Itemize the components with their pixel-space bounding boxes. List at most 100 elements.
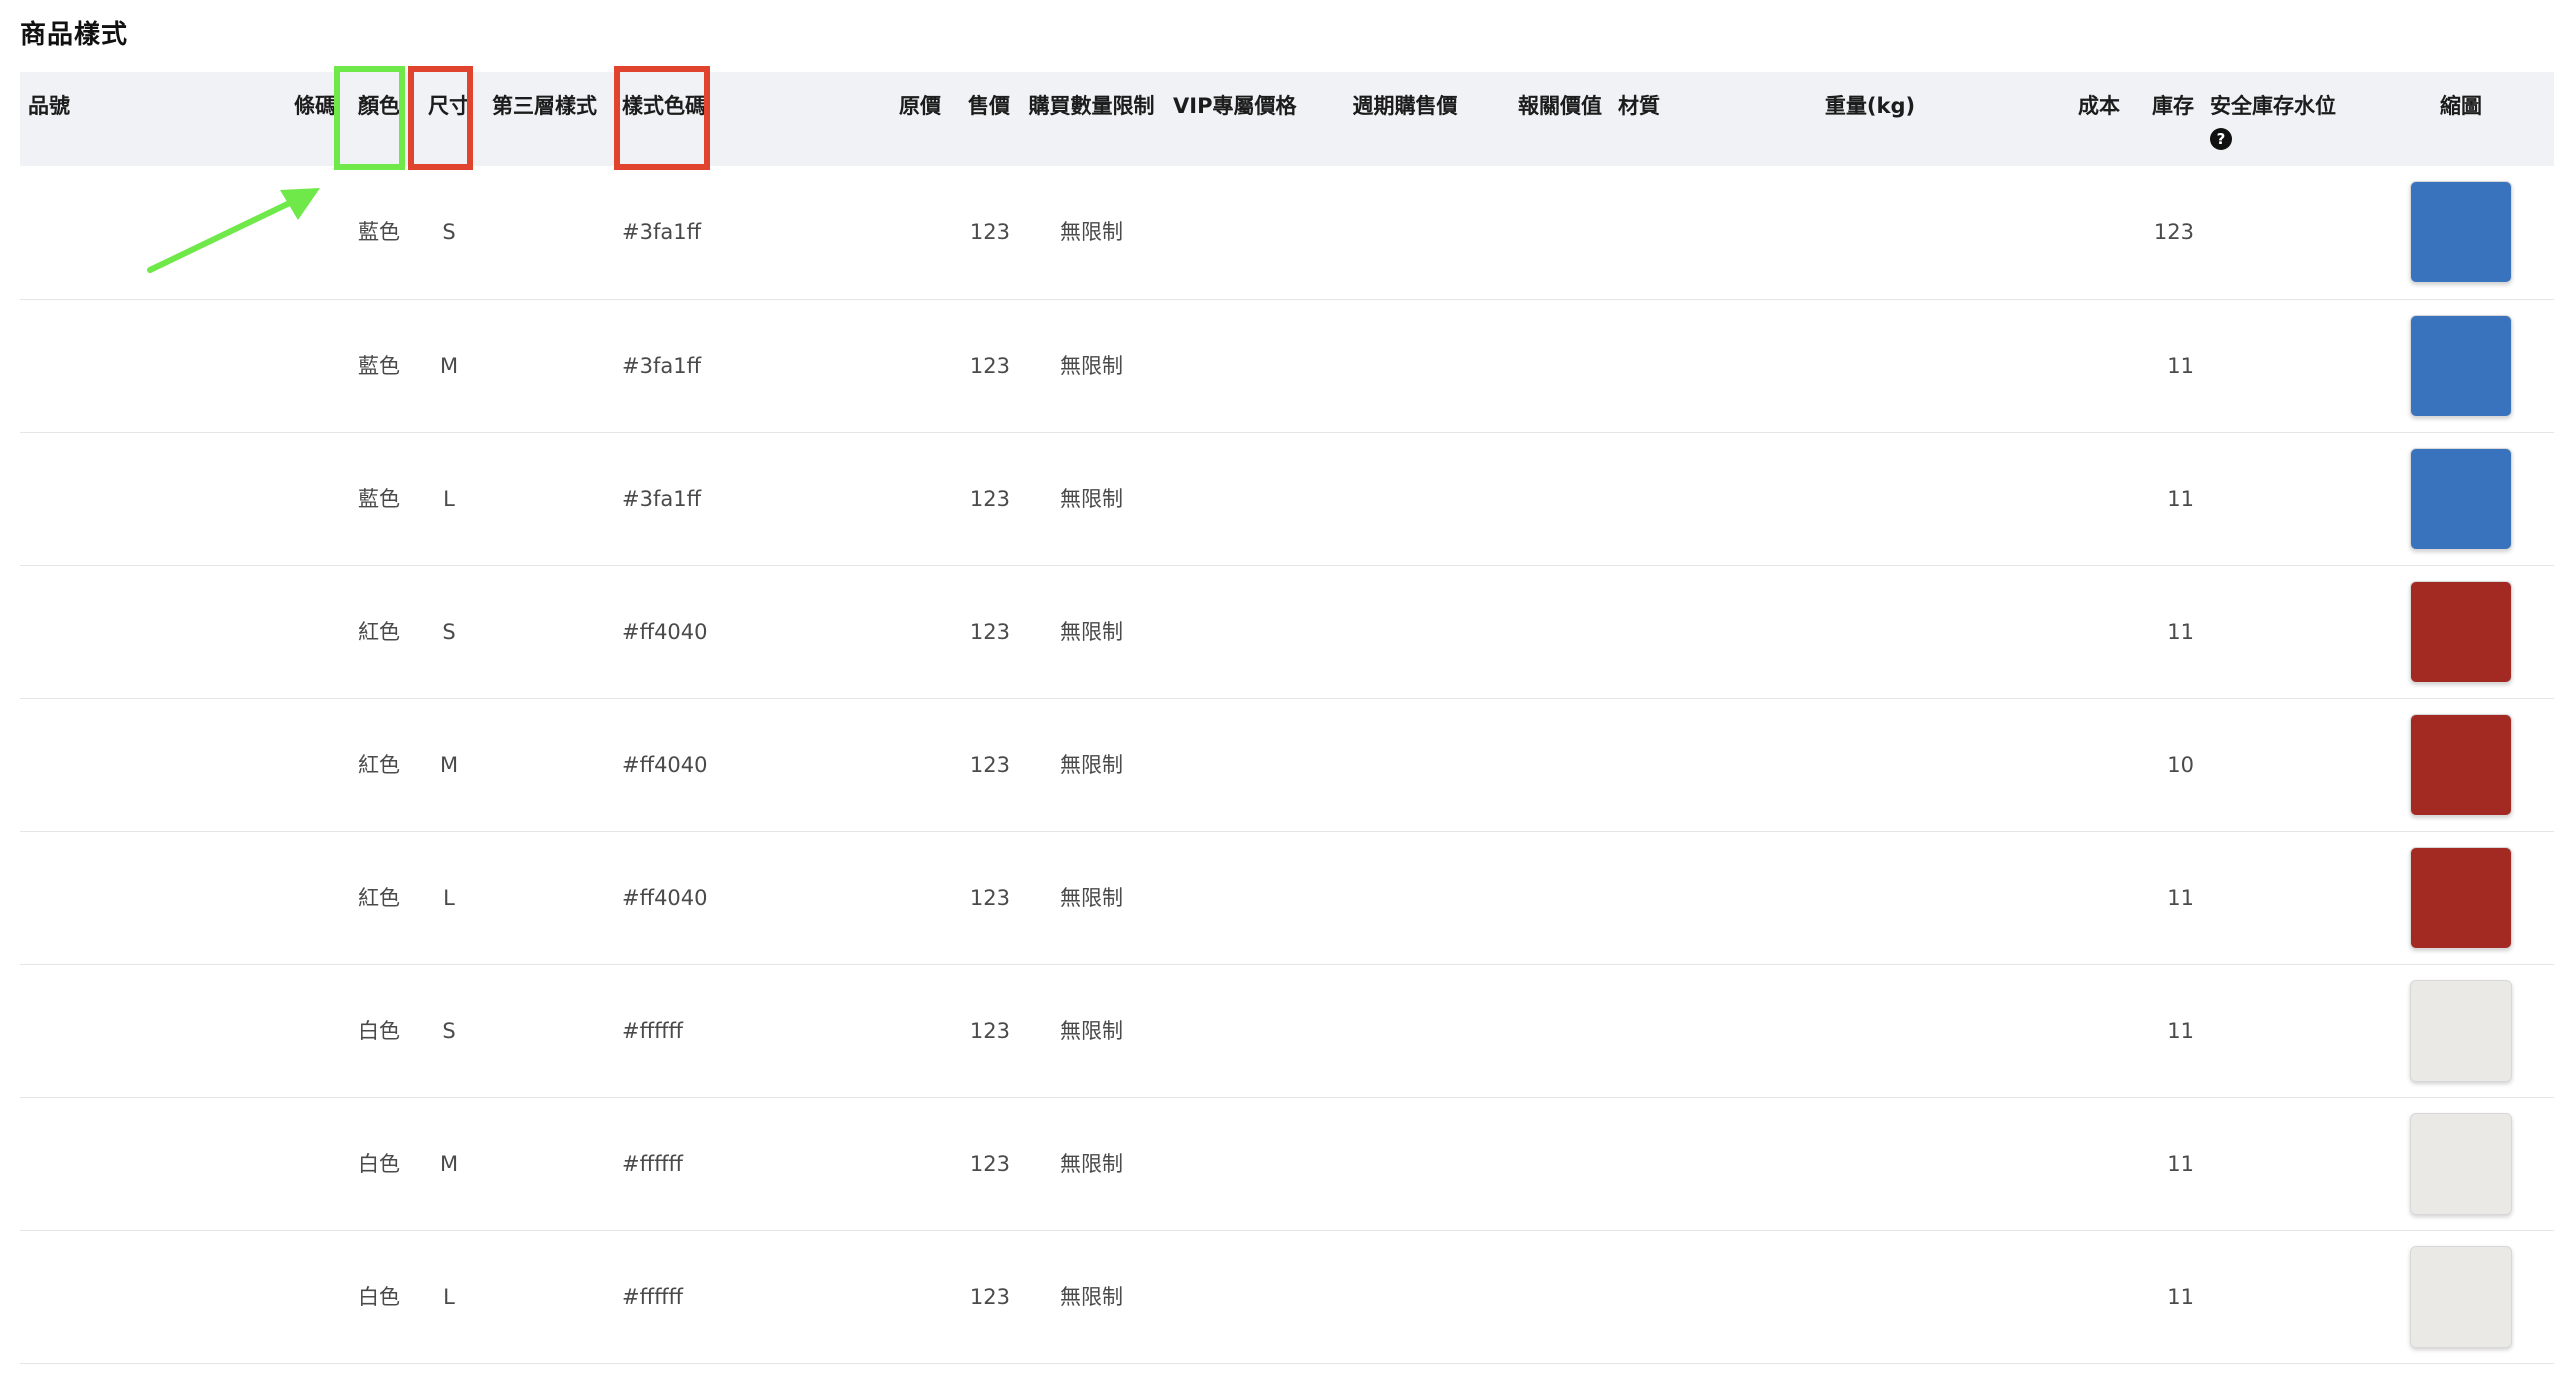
cell-thumbnail: [2368, 831, 2554, 964]
cell-color: 白色: [358, 1018, 400, 1043]
cell-customs-value: [1490, 166, 1610, 299]
cell-cost: [1980, 166, 2128, 299]
thumbnail-image[interactable]: [2410, 1112, 2512, 1215]
cell-material: [1610, 831, 1760, 964]
header-weight: 重量(kg): [1824, 94, 1916, 118]
header-thumbnail: 縮圖: [2440, 94, 2482, 118]
cell-style-color-code: #ffffff: [622, 1151, 684, 1176]
cell-cost: [1980, 299, 2128, 432]
thumbnail-image[interactable]: [2410, 1245, 2512, 1348]
cell-weight: [1760, 1097, 1980, 1230]
cell-stock: 10: [2167, 752, 2194, 777]
cell-periodic-price: [1320, 698, 1490, 831]
cell-cost: [1980, 565, 2128, 698]
cell-vip-price: [1165, 1230, 1320, 1363]
header-sku: 品號: [28, 94, 70, 118]
cell-barcode: [274, 1230, 344, 1363]
cell-customs-value: [1490, 1230, 1610, 1363]
cell-original-price: [804, 432, 949, 565]
cell-original-price: [804, 299, 949, 432]
cell-original-price: [804, 831, 949, 964]
cell-original-price: [804, 1230, 949, 1363]
cell-sale-price: 123: [969, 1284, 1010, 1309]
cell-third-style: [484, 166, 614, 299]
cell-sale-price: 123: [969, 1018, 1010, 1043]
thumbnail-image[interactable]: [2410, 181, 2512, 284]
cell-barcode: [274, 698, 344, 831]
cell-sale-price: 123: [969, 619, 1010, 644]
cell-weight: [1760, 166, 1980, 299]
cell-material: [1610, 698, 1760, 831]
cell-periodic-price: [1320, 1097, 1490, 1230]
variants-table-container: 品號 條碼 顏色 尺寸 第三層樣式 樣式色碼 原價 售價 購買數量限制 VIP專…: [20, 72, 2554, 1364]
header-size: 尺寸: [428, 94, 470, 118]
table-row: 藍色 L #3fa1ff 123 無限制 11: [20, 432, 2554, 565]
cell-stock: 11: [2167, 486, 2194, 511]
cell-size: S: [442, 619, 456, 644]
cell-vip-price: [1165, 964, 1320, 1097]
thumbnail-image[interactable]: [2410, 713, 2512, 816]
thumbnail-image[interactable]: [2410, 580, 2512, 683]
cell-third-style: [484, 1230, 614, 1363]
cell-vip-price: [1165, 299, 1320, 432]
header-style-color-code: 樣式色碼: [622, 94, 706, 118]
cell-stock: 11: [2167, 619, 2194, 644]
cell-weight: [1760, 964, 1980, 1097]
thumbnail-image[interactable]: [2410, 846, 2512, 949]
cell-stock: 11: [2167, 885, 2194, 910]
cell-sku: [20, 299, 274, 432]
cell-safety-stock: [2202, 831, 2368, 964]
cell-material: [1610, 565, 1760, 698]
cell-customs-value: [1490, 299, 1610, 432]
cell-safety-stock: [2202, 299, 2368, 432]
cell-original-price: [804, 964, 949, 1097]
cell-style-color-code: #3fa1ff: [622, 486, 702, 511]
cell-color: 紅色: [358, 885, 400, 910]
cell-thumbnail: [2368, 432, 2554, 565]
table-row: 紅色 M #ff4040 123 無限制 10: [20, 698, 2554, 831]
cell-third-style: [484, 432, 614, 565]
header-color: 顏色: [358, 94, 400, 118]
cell-purchase-limit: 無限制: [1060, 1018, 1123, 1043]
cell-stock: 11: [2167, 353, 2194, 378]
cell-customs-value: [1490, 565, 1610, 698]
cell-sku: [20, 698, 274, 831]
cell-vip-price: [1165, 432, 1320, 565]
thumbnail-image[interactable]: [2410, 447, 2512, 550]
cell-safety-stock: [2202, 698, 2368, 831]
cell-weight: [1760, 432, 1980, 565]
cell-sale-price: 123: [969, 1151, 1010, 1176]
cell-size: S: [442, 220, 456, 245]
cell-original-price: [804, 698, 949, 831]
cell-barcode: [274, 299, 344, 432]
header-vip-price: VIP專屬價格: [1173, 94, 1297, 118]
header-original-price: 原價: [899, 94, 941, 118]
cell-periodic-price: [1320, 1230, 1490, 1363]
header-customs-value: 報關價值: [1518, 94, 1602, 118]
thumbnail-image[interactable]: [2410, 314, 2512, 417]
cell-thumbnail: [2368, 964, 2554, 1097]
cell-weight: [1760, 565, 1980, 698]
cell-sku: [20, 166, 274, 299]
cell-style-color-code: #ff4040: [622, 619, 708, 644]
cell-periodic-price: [1320, 432, 1490, 565]
cell-thumbnail: [2368, 1097, 2554, 1230]
cell-cost: [1980, 432, 2128, 565]
cell-safety-stock: [2202, 1230, 2368, 1363]
cell-size: L: [443, 486, 455, 511]
cell-size: L: [443, 1284, 455, 1309]
cell-third-style: [484, 1097, 614, 1230]
table-row: 紅色 S #ff4040 123 無限制 11: [20, 565, 2554, 698]
cell-size: M: [439, 353, 459, 378]
cell-style-color-code: #ffffff: [622, 1284, 684, 1309]
thumbnail-image[interactable]: [2410, 979, 2512, 1082]
cell-purchase-limit: 無限制: [1060, 885, 1123, 910]
table-row: 紅色 L #ff4040 123 無限制 11: [20, 831, 2554, 964]
cell-stock: 123: [2153, 220, 2194, 245]
question-circle-icon[interactable]: ?: [2210, 128, 2232, 150]
cell-vip-price: [1165, 565, 1320, 698]
cell-material: [1610, 299, 1760, 432]
cell-color: 白色: [358, 1151, 400, 1176]
cell-sku: [20, 565, 274, 698]
cell-purchase-limit: 無限制: [1060, 1151, 1123, 1176]
